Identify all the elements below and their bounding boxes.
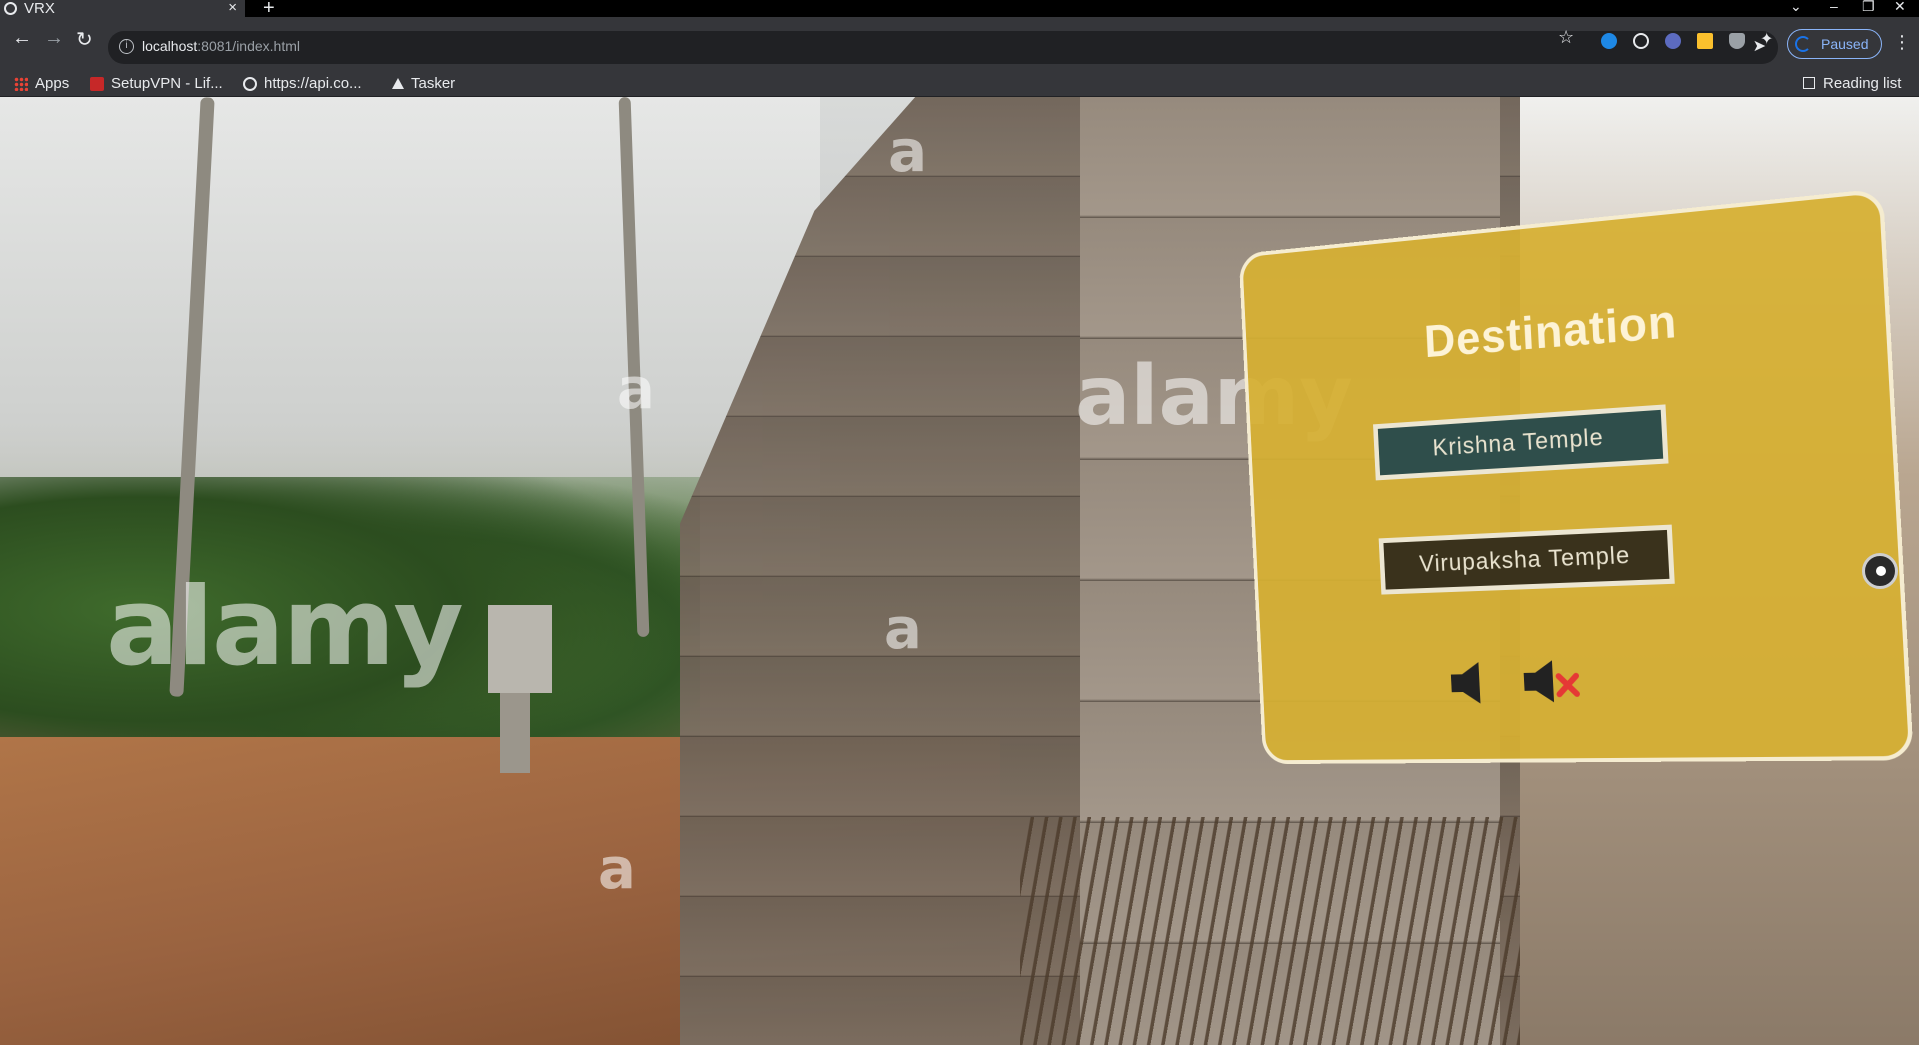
destination-panel: Destination Krishna Temple Virupaksha Te… bbox=[1239, 188, 1914, 764]
tab-search-icon[interactable]: ⌄ bbox=[1790, 0, 1802, 15]
watermark: a bbox=[888, 117, 927, 185]
watermark: alamy bbox=[106, 565, 462, 690]
tab-title: VRX bbox=[24, 0, 55, 17]
tab-strip: VRX × + ⌄ – ❐ ✕ bbox=[0, 0, 1919, 17]
profile-paused-button[interactable]: Paused bbox=[1787, 29, 1882, 59]
sound-off-button[interactable] bbox=[1519, 656, 1570, 707]
speaker-mute-icon bbox=[1519, 655, 1589, 706]
extensions-puzzle-icon[interactable]: ✦ bbox=[1760, 29, 1776, 45]
bookmark-label: SetupVPN - Lif... bbox=[111, 75, 223, 92]
extension-2-icon[interactable] bbox=[1633, 33, 1649, 49]
minimize-icon[interactable]: – bbox=[1830, 0, 1838, 14]
bookmark-label: Tasker bbox=[411, 75, 455, 92]
iron-railing bbox=[1020, 817, 1520, 1045]
restore-icon[interactable]: ❐ bbox=[1862, 0, 1875, 15]
tab-close-button[interactable]: × bbox=[228, 0, 237, 16]
reload-icon[interactable]: ↻ bbox=[76, 27, 93, 52]
extension-3-icon[interactable] bbox=[1665, 33, 1681, 49]
site-info-icon[interactable]: i bbox=[119, 39, 134, 54]
bookmark-label: Apps bbox=[35, 75, 69, 92]
sound-on-button[interactable] bbox=[1446, 658, 1495, 708]
watermark: a bbox=[598, 837, 636, 902]
window-close-icon[interactable]: ✕ bbox=[1894, 0, 1906, 15]
url-host: localhost bbox=[142, 38, 197, 54]
back-icon[interactable]: ← bbox=[12, 27, 32, 50]
bookmark-label: https://api.co... bbox=[264, 75, 362, 92]
reading-list-icon bbox=[1803, 77, 1815, 89]
sync-paused-icon bbox=[1795, 36, 1811, 52]
bookmarks-bar: Apps SetupVPN - Lif... https://api.co...… bbox=[0, 73, 1919, 97]
tab-vrx[interactable]: VRX × bbox=[0, 0, 245, 17]
scene-signboard bbox=[488, 605, 552, 693]
reading-list-label: Reading list bbox=[1823, 75, 1901, 92]
globe-icon bbox=[243, 77, 257, 91]
speaker-icon bbox=[1446, 658, 1495, 708]
paused-label: Paused bbox=[1821, 36, 1868, 52]
bookmark-star-icon[interactable]: ☆ bbox=[1558, 27, 1574, 48]
address-bar[interactable]: i localhost:8081/index.html ➤ bbox=[108, 31, 1778, 64]
extension-shield-icon[interactable] bbox=[1729, 33, 1745, 49]
bookmark-apps[interactable]: Apps bbox=[14, 75, 69, 92]
vpn-icon bbox=[90, 77, 104, 91]
bookmark-tasker[interactable]: Tasker bbox=[392, 75, 455, 92]
forward-icon[interactable]: → bbox=[44, 27, 64, 50]
watermark: a bbox=[617, 357, 655, 422]
menu-kebab-icon[interactable]: ⋮ bbox=[1893, 32, 1911, 53]
watermark: a bbox=[884, 597, 922, 662]
globe-icon bbox=[4, 2, 17, 15]
browser-toolbar: ← → ↻ i localhost:8081/index.html ➤ bbox=[0, 17, 1919, 73]
apps-grid-icon bbox=[14, 77, 28, 91]
virupaksha-temple-button[interactable]: Virupaksha Temple bbox=[1379, 525, 1675, 595]
tasker-icon bbox=[392, 78, 404, 89]
url-path: :8081/index.html bbox=[197, 38, 300, 54]
address-url[interactable]: localhost:8081/index.html bbox=[142, 38, 300, 54]
reading-list-button[interactable]: Reading list bbox=[1803, 75, 1901, 92]
scene-signpole bbox=[500, 693, 530, 773]
bookmark-api[interactable]: https://api.co... bbox=[243, 75, 362, 92]
vr-gaze-cursor bbox=[1862, 553, 1898, 589]
panel-title: Destination bbox=[1246, 275, 1887, 382]
krishna-temple-button[interactable]: Krishna Temple bbox=[1373, 404, 1668, 480]
extension-4-icon[interactable] bbox=[1697, 33, 1713, 49]
extension-1-icon[interactable] bbox=[1601, 33, 1617, 49]
bookmark-setupvpn[interactable]: SetupVPN - Lif... bbox=[90, 75, 223, 92]
